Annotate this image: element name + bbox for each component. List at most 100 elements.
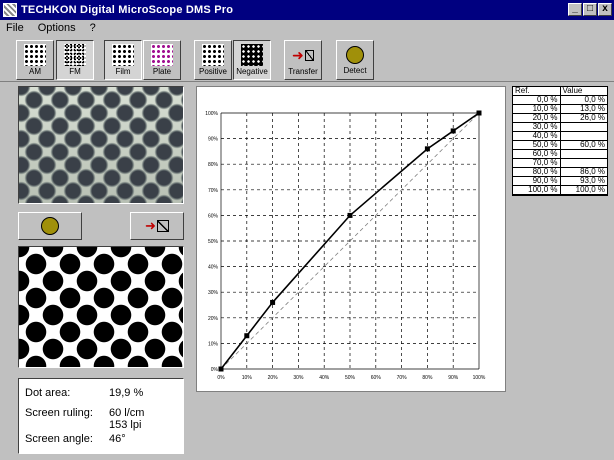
calibration-chart: 0% 10% 20% 30% 40% 50% 60% 70% 80% 90% 100% 0% 10% 20… bbox=[196, 86, 506, 392]
screen-ruling-value-metric: 60 l/cm bbox=[109, 407, 145, 419]
ref-cell[interactable]: 60,0 % bbox=[513, 150, 561, 158]
x-tick-label: 20% bbox=[268, 375, 279, 381]
value-column-header: Value bbox=[562, 86, 583, 95]
value-cell[interactable]: 86,0 % bbox=[561, 168, 608, 176]
transfer-arrow-icon: ➜ bbox=[145, 218, 169, 234]
data-point-marker bbox=[218, 366, 224, 372]
plate-label: Plate bbox=[152, 67, 172, 76]
ref-cell[interactable]: 40,0 % bbox=[513, 132, 561, 140]
am-screen-icon bbox=[24, 44, 46, 66]
positive-button[interactable]: Positive bbox=[194, 40, 232, 80]
ref-cell[interactable]: 90,0 % bbox=[513, 177, 561, 185]
x-tick-label: 90% bbox=[448, 375, 459, 381]
ref-cell[interactable]: 20,0 % bbox=[513, 114, 561, 122]
fm-button[interactable]: FM bbox=[56, 40, 94, 80]
camera-image bbox=[18, 86, 184, 204]
y-tick-label: 60% bbox=[208, 213, 219, 219]
negative-icon bbox=[241, 44, 263, 66]
data-point-marker bbox=[270, 299, 276, 305]
screen-ruling-value-imperial: 153 lpi bbox=[109, 419, 142, 431]
title-bar: TECHKON Digital MicroScope DMS Pro _ □ x bbox=[0, 0, 614, 20]
y-tick-label: 20% bbox=[208, 316, 219, 322]
close-button[interactable]: x bbox=[598, 3, 612, 16]
plate-icon bbox=[151, 44, 173, 66]
plate-button[interactable]: Plate bbox=[143, 40, 181, 80]
data-point-marker bbox=[244, 333, 250, 339]
table-row[interactable]: 50,0 % 60,0 % bbox=[513, 141, 607, 150]
data-point-marker bbox=[424, 146, 430, 152]
dot-area-label: Dot area: bbox=[25, 387, 71, 399]
transfer-label: Transfer bbox=[288, 67, 318, 76]
film-icon bbox=[112, 44, 134, 66]
positive-label: Positive bbox=[198, 67, 227, 76]
ref-cell[interactable]: 70,0 % bbox=[513, 159, 561, 167]
x-tick-label: 30% bbox=[293, 375, 304, 381]
minimize-button[interactable]: _ bbox=[568, 3, 582, 16]
app-icon bbox=[3, 3, 17, 17]
negative-button[interactable]: Negative bbox=[233, 40, 271, 80]
fm-screen-icon bbox=[64, 44, 86, 66]
ref-cell[interactable]: 30,0 % bbox=[513, 123, 561, 131]
transfer-panel-button[interactable]: ➜ bbox=[130, 212, 184, 240]
menu-options[interactable]: Options bbox=[36, 22, 78, 34]
x-tick-label: 10% bbox=[242, 375, 253, 381]
value-cell[interactable] bbox=[561, 132, 608, 140]
x-tick-label: 60% bbox=[371, 375, 382, 381]
value-cell[interactable]: 0,0 % bbox=[561, 96, 608, 104]
y-tick-label: 10% bbox=[208, 341, 219, 347]
ref-cell[interactable]: 0,0 % bbox=[513, 96, 561, 104]
screen-angle-value: 46° bbox=[109, 433, 126, 445]
value-cell[interactable]: 60,0 % bbox=[561, 141, 608, 149]
ref-cell[interactable]: 50,0 % bbox=[513, 141, 561, 149]
menu-file[interactable]: File bbox=[4, 22, 26, 34]
table-row[interactable]: 30,0 % bbox=[513, 123, 607, 132]
y-tick-label: 0% bbox=[211, 367, 219, 373]
y-tick-label: 40% bbox=[208, 265, 219, 271]
y-tick-label: 30% bbox=[208, 290, 219, 296]
y-tick-label: 80% bbox=[208, 162, 219, 168]
x-tick-label: 70% bbox=[397, 375, 408, 381]
ref-cell[interactable]: 80,0 % bbox=[513, 168, 561, 176]
value-cell[interactable]: 26,0 % bbox=[561, 114, 608, 122]
window-title: TECHKON Digital MicroScope DMS Pro bbox=[21, 4, 234, 16]
film-button[interactable]: Film bbox=[104, 40, 142, 80]
value-cell[interactable]: 13,0 % bbox=[561, 105, 608, 113]
data-point-marker bbox=[450, 128, 456, 134]
x-tick-label: 100% bbox=[473, 375, 486, 381]
screen-angle-label: Screen angle: bbox=[25, 433, 93, 445]
ref-column-header: Ref. bbox=[513, 87, 561, 95]
fm-label: FM bbox=[69, 67, 81, 76]
x-tick-label: 0% bbox=[217, 375, 225, 381]
binary-dot-image bbox=[18, 246, 184, 368]
value-cell[interactable] bbox=[561, 159, 608, 167]
detect-icon bbox=[346, 46, 364, 64]
detect-circle-icon bbox=[41, 217, 59, 235]
ref-cell[interactable]: 100,0 % bbox=[513, 186, 561, 194]
ref-cell[interactable]: 10,0 % bbox=[513, 105, 561, 113]
film-label: Film bbox=[115, 67, 131, 76]
maximize-button[interactable]: □ bbox=[583, 3, 597, 16]
value-cell[interactable] bbox=[561, 150, 608, 158]
x-tick-label: 40% bbox=[319, 375, 330, 381]
toolbar: AM FM Film Plate Positive Negative ➜ Tra… bbox=[0, 36, 614, 82]
am-button[interactable]: AM bbox=[16, 40, 54, 80]
value-cell[interactable]: 93,0 % bbox=[561, 177, 608, 185]
y-tick-label: 90% bbox=[208, 137, 219, 143]
measurement-panel: Dot area: 19,9 % Screen ruling: 60 l/cm … bbox=[18, 378, 184, 454]
table-row[interactable]: 20,0 % 26,0 % bbox=[513, 114, 607, 123]
detect-panel-button[interactable] bbox=[18, 212, 82, 240]
calibration-chart-svg: 0% 10% 20% 30% 40% 50% 60% 70% 80% 90% 100% 0% 10% 20… bbox=[205, 110, 486, 381]
screen-ruling-label: Screen ruling: bbox=[25, 407, 93, 419]
menu-bar: File Options ? bbox=[0, 20, 614, 36]
menu-help[interactable]: ? bbox=[88, 22, 98, 34]
x-tick-label: 50% bbox=[345, 375, 356, 381]
am-label: AM bbox=[29, 67, 41, 76]
transfer-button[interactable]: ➜ Transfer bbox=[284, 40, 322, 80]
table-row[interactable]: 100,0 % 100,0 % bbox=[513, 186, 607, 195]
negative-label: Negative bbox=[236, 67, 268, 76]
value-cell[interactable] bbox=[561, 123, 608, 131]
detect-button[interactable]: Detect bbox=[336, 40, 374, 80]
x-tick-label: 80% bbox=[422, 375, 433, 381]
table-row[interactable]: 60,0 % bbox=[513, 150, 607, 159]
value-cell[interactable]: 100,0 % bbox=[561, 186, 608, 194]
